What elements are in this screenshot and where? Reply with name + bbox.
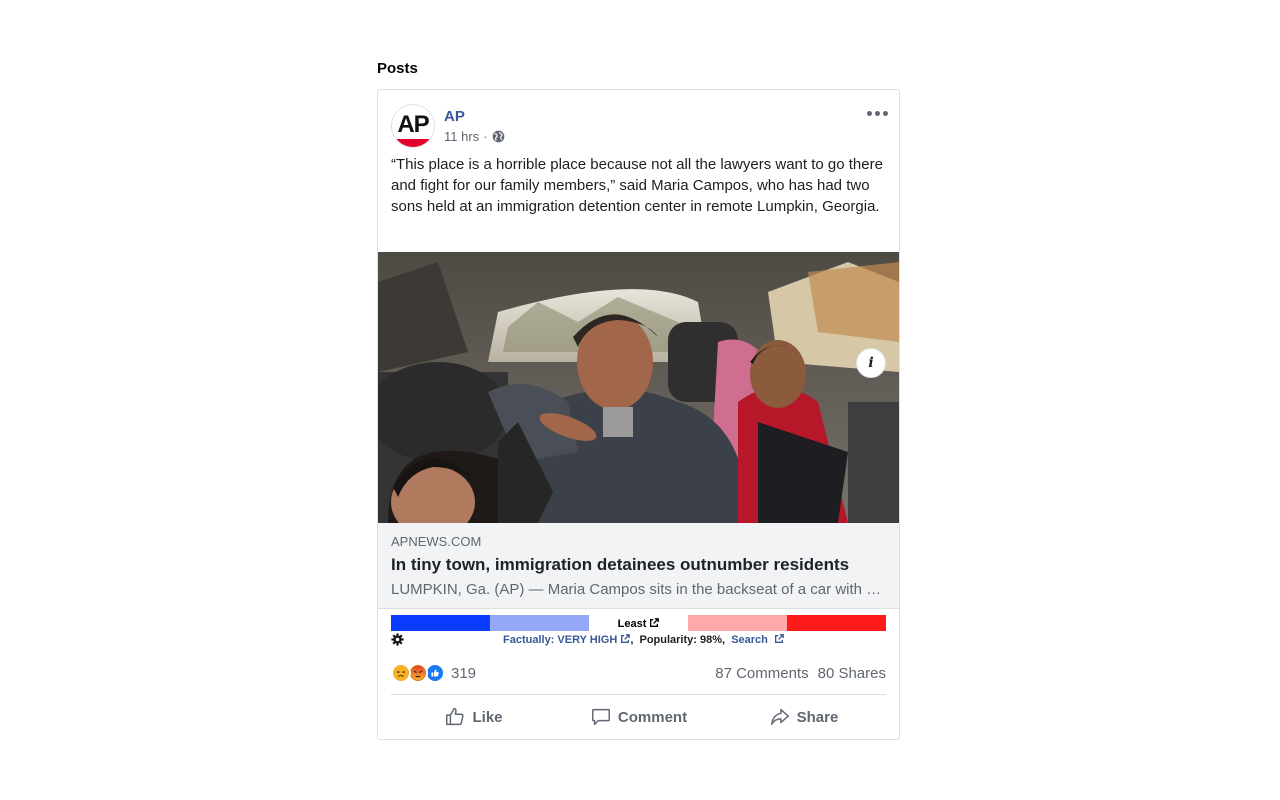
- angry-emoji-icon: [408, 663, 428, 683]
- link-title[interactable]: In tiny town, immigration detainees outn…: [391, 555, 886, 575]
- search-link-label: Search: [731, 634, 768, 646]
- bias-label-text: Least: [617, 618, 647, 630]
- reactions-summary[interactable]: 319: [391, 663, 476, 683]
- post-photo[interactable]: [378, 252, 899, 523]
- post-actions: Like Comment Share: [391, 695, 886, 739]
- avatar-logo-text: AP: [397, 111, 429, 138]
- external-link-icon: [774, 634, 784, 643]
- comment-label: Comment: [617, 708, 688, 726]
- sad-emoji-icon: [391, 663, 411, 683]
- meta-separator: ·: [483, 129, 488, 144]
- factuality-prefix: Factually:: [503, 634, 558, 646]
- bias-bar: Least: [391, 615, 886, 631]
- external-link-icon: [650, 618, 660, 627]
- comment-button[interactable]: Comment: [556, 699, 721, 735]
- search-link[interactable]: Search: [731, 634, 784, 646]
- more-options-button[interactable]: [865, 104, 889, 122]
- share-button[interactable]: Share: [721, 699, 886, 735]
- bias-center-label[interactable]: Least: [589, 618, 688, 634]
- bias-info-line: Factually: VERY HIGH, Popularity: 98%, S…: [503, 634, 784, 646]
- bias-segment-center[interactable]: Least: [589, 615, 688, 631]
- bias-widget: Least Factually: VERY HIGH, Popularity: …: [378, 609, 899, 655]
- engagement-counts: 87 Comments 80 Shares: [715, 665, 886, 682]
- post-text: “This place is a horrible place because …: [391, 156, 883, 215]
- link-preview[interactable]: APNEWS.COM In tiny town, immigration det…: [378, 523, 899, 609]
- page-name-link[interactable]: AP: [444, 108, 465, 125]
- share-arrow-icon: [770, 708, 789, 726]
- reaction-count[interactable]: 319: [451, 665, 476, 682]
- avatar-logo-stripe: [392, 139, 434, 147]
- gear-icon[interactable]: [391, 633, 404, 646]
- globe-icon: [492, 130, 504, 143]
- shares-count[interactable]: 80 Shares: [818, 665, 886, 682]
- link-domain: APNEWS.COM: [391, 534, 482, 549]
- factuality-value: VERY HIGH: [557, 634, 618, 646]
- post-card: AP AP 11 hrs · “This place is a horrible…: [377, 89, 900, 740]
- factuality-link[interactable]: Factually: VERY HIGH: [503, 634, 631, 646]
- post-meta: 11 hrs ·: [444, 129, 505, 144]
- section-title: Posts: [377, 60, 418, 77]
- more-dot-icon: [866, 110, 872, 116]
- like-emoji-icon: [425, 663, 445, 683]
- photo-illustration: [378, 252, 899, 523]
- external-link-icon: [621, 634, 631, 643]
- info-button[interactable]: i: [856, 348, 886, 378]
- comment-bubble-icon: [591, 708, 610, 726]
- bias-segment-left-center: [490, 615, 589, 631]
- comments-count[interactable]: 87 Comments: [715, 665, 808, 682]
- thumbs-up-icon: [446, 707, 465, 726]
- page-avatar[interactable]: AP: [391, 104, 435, 148]
- post-stats: 319 87 Comments 80 Shares: [391, 655, 886, 695]
- like-label: Like: [472, 708, 503, 726]
- link-description: LUMPKIN, Ga. (AP) — Maria Campos sits in…: [391, 581, 886, 598]
- bias-segment-right-center: [688, 615, 787, 631]
- share-label: Share: [796, 708, 839, 726]
- post-timestamp[interactable]: 11 hrs: [444, 129, 479, 144]
- bias-segment-right: [787, 615, 886, 631]
- bias-segment-left: [391, 615, 490, 631]
- popularity-text: Popularity: 98%,: [639, 634, 726, 646]
- more-dot-icon: [882, 110, 888, 116]
- like-button[interactable]: Like: [391, 699, 556, 735]
- more-dot-icon: [874, 110, 880, 116]
- post-header: AP AP 11 hrs ·: [378, 90, 899, 154]
